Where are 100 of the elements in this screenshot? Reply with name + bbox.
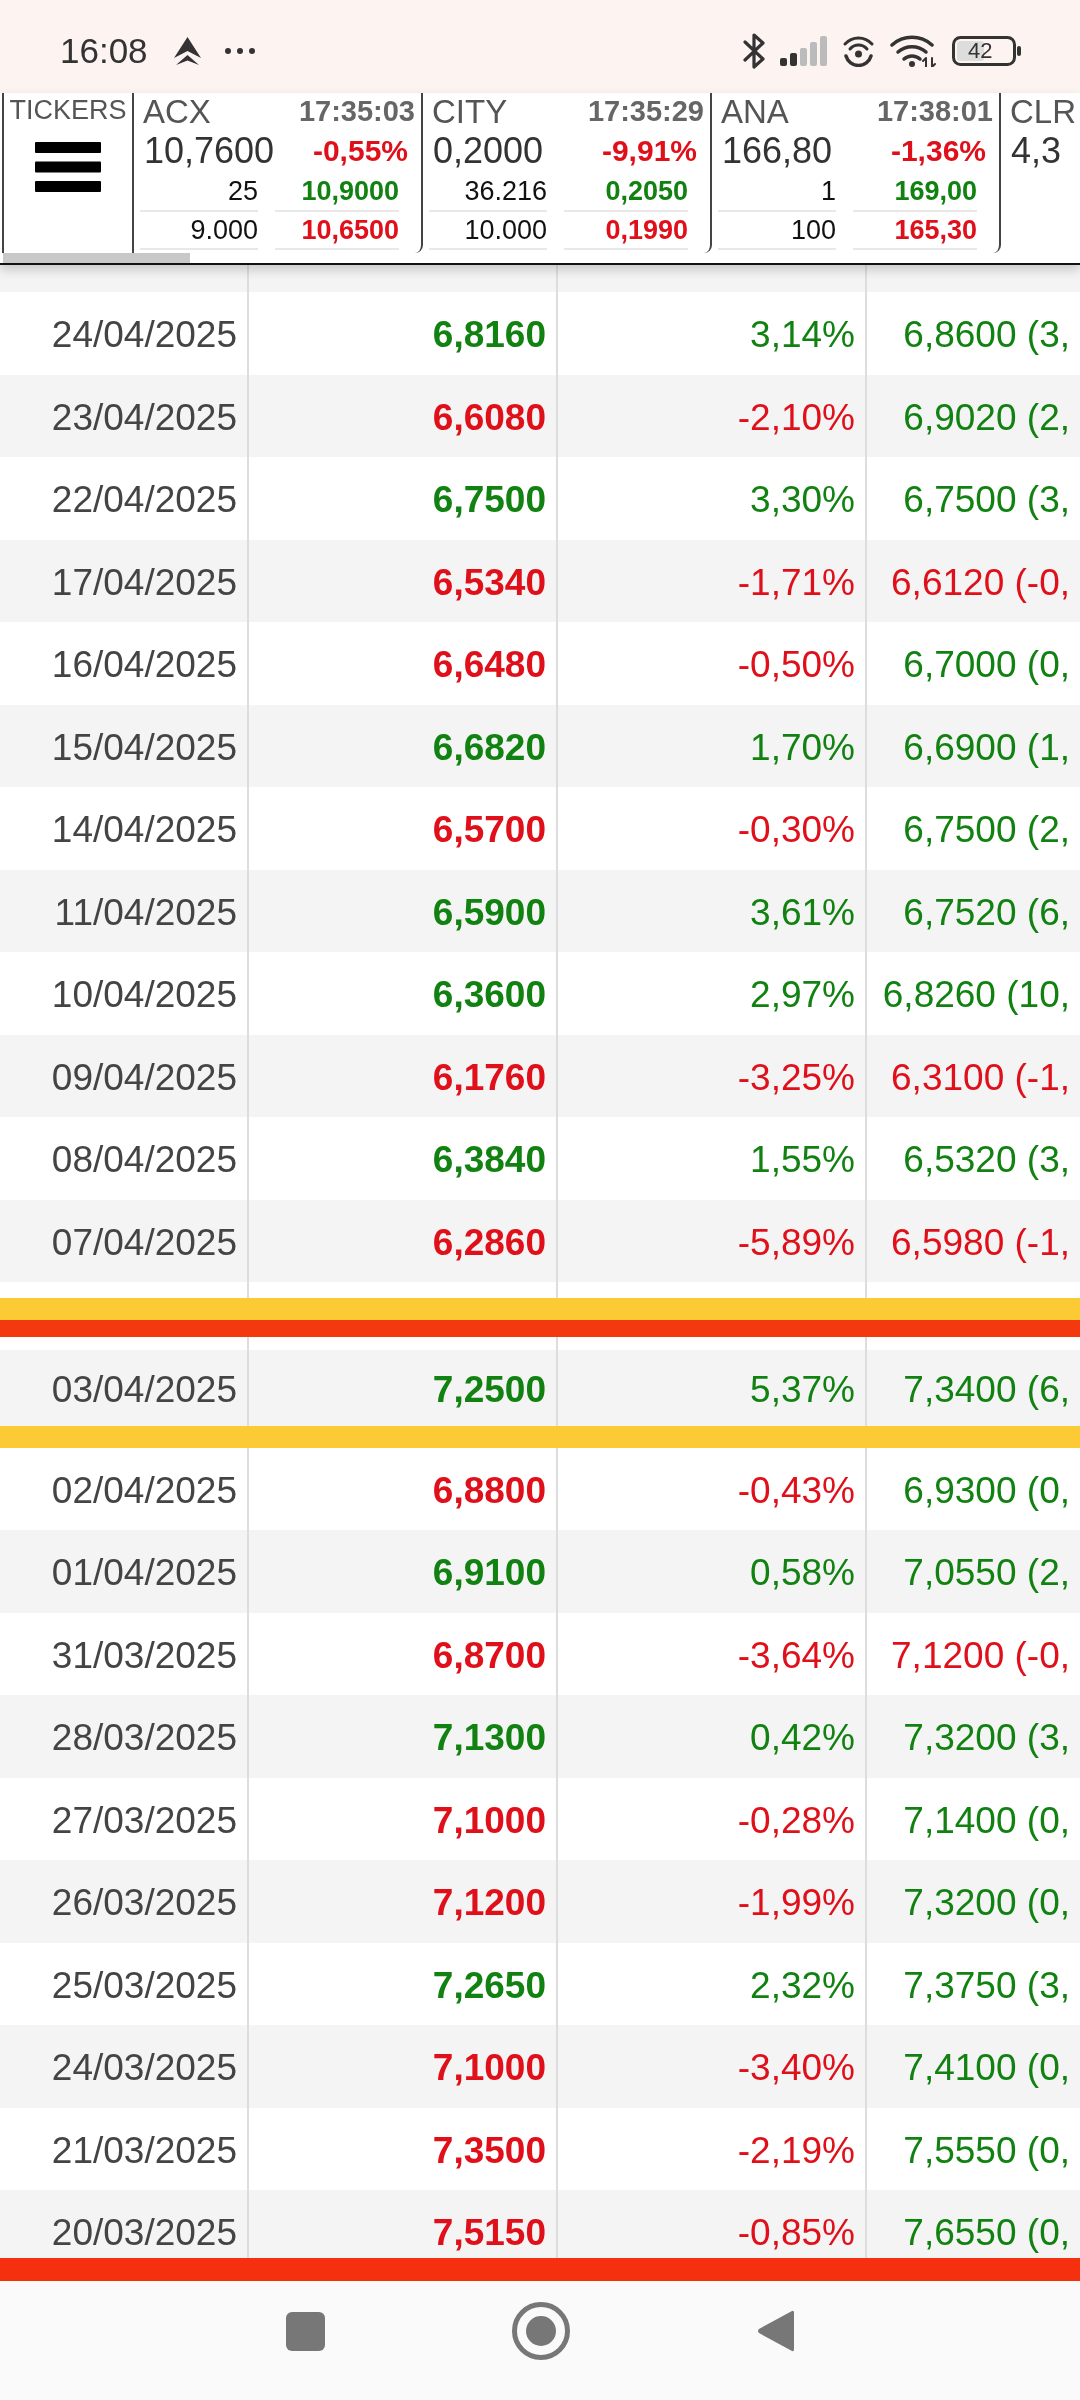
ticker-symbol: ACX <box>142 94 211 128</box>
tickers-button[interactable]: TICKERS <box>2 93 134 253</box>
price-change-text: 7,1200 (-0, <box>891 1636 1070 1674</box>
change-percent-text: -2,10% <box>737 398 855 436</box>
price-change-text: 6,3100 (-1, <box>891 1058 1070 1096</box>
quote-price: 10,9000 <box>301 178 399 205</box>
quote-price: 0,2050 <box>605 178 688 205</box>
ticker-symbol: ANA <box>720 94 789 128</box>
change-percent-text: -0,43% <box>737 1471 855 1509</box>
more-dots-icon <box>224 47 255 54</box>
date-text: 10/04/2025 <box>51 976 237 1014</box>
price-text: 7,1000 <box>432 2049 546 2087</box>
quote-price: 169,00 <box>894 178 977 205</box>
price-text: 6,5340 <box>432 563 546 601</box>
price-text: 6,6080 <box>432 398 546 436</box>
price-change-text: 6,5320 (3, <box>903 1141 1070 1179</box>
price-text: 6,5700 <box>432 811 546 849</box>
price-text: 7,2500 <box>432 1370 546 1408</box>
price-change-text: 6,7000 (0, <box>903 646 1070 684</box>
price-text: 6,9100 <box>432 1554 546 1592</box>
ticker-tile[interactable]: CLR 4,3 <box>1001 93 1080 253</box>
battery-level-text: 42 <box>968 38 993 63</box>
ticker-change: -0,55% <box>312 136 408 166</box>
quantity-text: 9.000 <box>190 216 258 244</box>
ticker-symbol: CLR <box>1009 94 1077 128</box>
change-percent-text: -5,89% <box>737 1223 855 1261</box>
quantity-text: 1 <box>820 178 836 205</box>
date-text: 21/03/2025 <box>51 2131 237 2169</box>
wireless-icon <box>842 34 875 67</box>
price-text: 6,6480 <box>432 646 546 684</box>
price-change-text: 6,7500 (2, <box>903 811 1070 849</box>
quantity-text: 100 <box>790 216 836 244</box>
change-percent-text: 2,97% <box>750 976 855 1014</box>
price-text: 6,7500 <box>432 481 546 519</box>
price-text: 7,1000 <box>432 1801 546 1839</box>
quantity-text: 10.000 <box>464 216 547 244</box>
price-change-text: 6,9300 (0, <box>903 1471 1070 1509</box>
ticker-change: -1,36% <box>890 136 986 166</box>
price-change-text: 7,3200 (3, <box>903 1719 1070 1757</box>
ticker-tile[interactable]: ACX 17:35:03 10,7600 -0,55% 25 10,9000 9.000 10,6500 <box>134 93 423 253</box>
date-text: 27/03/2025 <box>51 1801 237 1839</box>
quantity-text: 36.216 <box>464 178 547 205</box>
date-text: 22/04/2025 <box>51 481 237 519</box>
price-change-text: 7,6550 (0, <box>903 2214 1070 2252</box>
change-percent-text: 0,58% <box>750 1554 855 1592</box>
date-text: 26/03/2025 <box>51 1884 237 1922</box>
menu-icon[interactable] <box>35 142 101 192</box>
scrollbar-thumb[interactable] <box>3 253 190 263</box>
change-percent-text: 2,32% <box>750 1966 855 2004</box>
date-text: 23/04/2025 <box>51 398 237 436</box>
price-text: 7,1300 <box>432 1719 546 1757</box>
quote-price: 0,1990 <box>605 216 688 244</box>
price-change-text: 6,6120 (-0, <box>891 563 1070 601</box>
price-change-text: 6,8600 (3, <box>903 316 1070 354</box>
price-change-text: 6,8260 (10, <box>882 976 1070 1014</box>
change-percent-text: 3,14% <box>750 316 855 354</box>
change-percent-text: -0,30% <box>737 811 855 849</box>
ticker-tile[interactable]: ANA 17:38:01 166,80 -1,36% 1 169,00 100 165,30 <box>712 93 1001 253</box>
price-text: 7,5150 <box>432 2214 546 2252</box>
price-change-text: 7,4100 (0, <box>903 2049 1070 2087</box>
date-text: 14/04/2025 <box>51 811 237 849</box>
price-text: 6,8160 <box>432 316 546 354</box>
price-text: 6,8700 <box>432 1636 546 1674</box>
price-change-text: 7,3400 (6, <box>903 1370 1070 1408</box>
date-text: 15/04/2025 <box>51 728 237 766</box>
change-percent-text: -2,19% <box>737 2131 855 2169</box>
ticker-change: -9,91% <box>601 136 697 166</box>
price-change-text: 6,7520 (6, <box>903 893 1070 931</box>
date-text: 16/04/2025 <box>51 646 237 684</box>
change-percent-text: -0,50% <box>737 646 855 684</box>
signal-icon <box>780 35 828 66</box>
price-change-text: 7,0550 (2, <box>903 1554 1070 1592</box>
change-percent-text: -1,71% <box>737 563 855 601</box>
price-change-text: 7,1400 (0, <box>903 1801 1070 1839</box>
price-text: 6,3600 <box>432 976 546 1014</box>
price-text: 6,1760 <box>432 1058 546 1096</box>
price-text: 6,6820 <box>432 728 546 766</box>
back-icon[interactable] <box>757 2309 794 2353</box>
change-percent-text: -3,64% <box>737 1636 855 1674</box>
price-text: 7,3500 <box>432 2131 546 2169</box>
price-text: 7,1200 <box>432 1884 546 1922</box>
ticker-tile[interactable]: CITY 17:35:29 0,2000 -9,91% 36.216 0,2050 10.000 0,1990 <box>423 93 712 253</box>
recents-icon[interactable] <box>286 2311 325 2351</box>
change-percent-text: 5,37% <box>750 1370 855 1408</box>
date-text: 08/04/2025 <box>51 1141 237 1179</box>
ticker-price: 10,7600 <box>143 133 275 169</box>
wifi-icon <box>890 34 936 67</box>
ticker-time: 17:35:03 <box>298 96 415 126</box>
change-percent-text: 1,70% <box>750 728 855 766</box>
ticker-price: 0,2000 <box>432 133 544 169</box>
price-change-text: 7,3750 (3, <box>903 1966 1070 2004</box>
change-percent-text: -0,85% <box>737 2214 855 2252</box>
home-icon[interactable] <box>512 2302 570 2360</box>
date-text: 20/03/2025 <box>51 2214 237 2252</box>
quote-price: 10,6500 <box>301 216 399 244</box>
ticker-symbol: CITY <box>431 94 508 128</box>
price-change-text: 6,9020 (2, <box>903 398 1070 436</box>
ticker-price: 166,80 <box>721 133 833 169</box>
date-text: 03/04/2025 <box>51 1370 237 1408</box>
change-percent-text: 3,30% <box>750 481 855 519</box>
